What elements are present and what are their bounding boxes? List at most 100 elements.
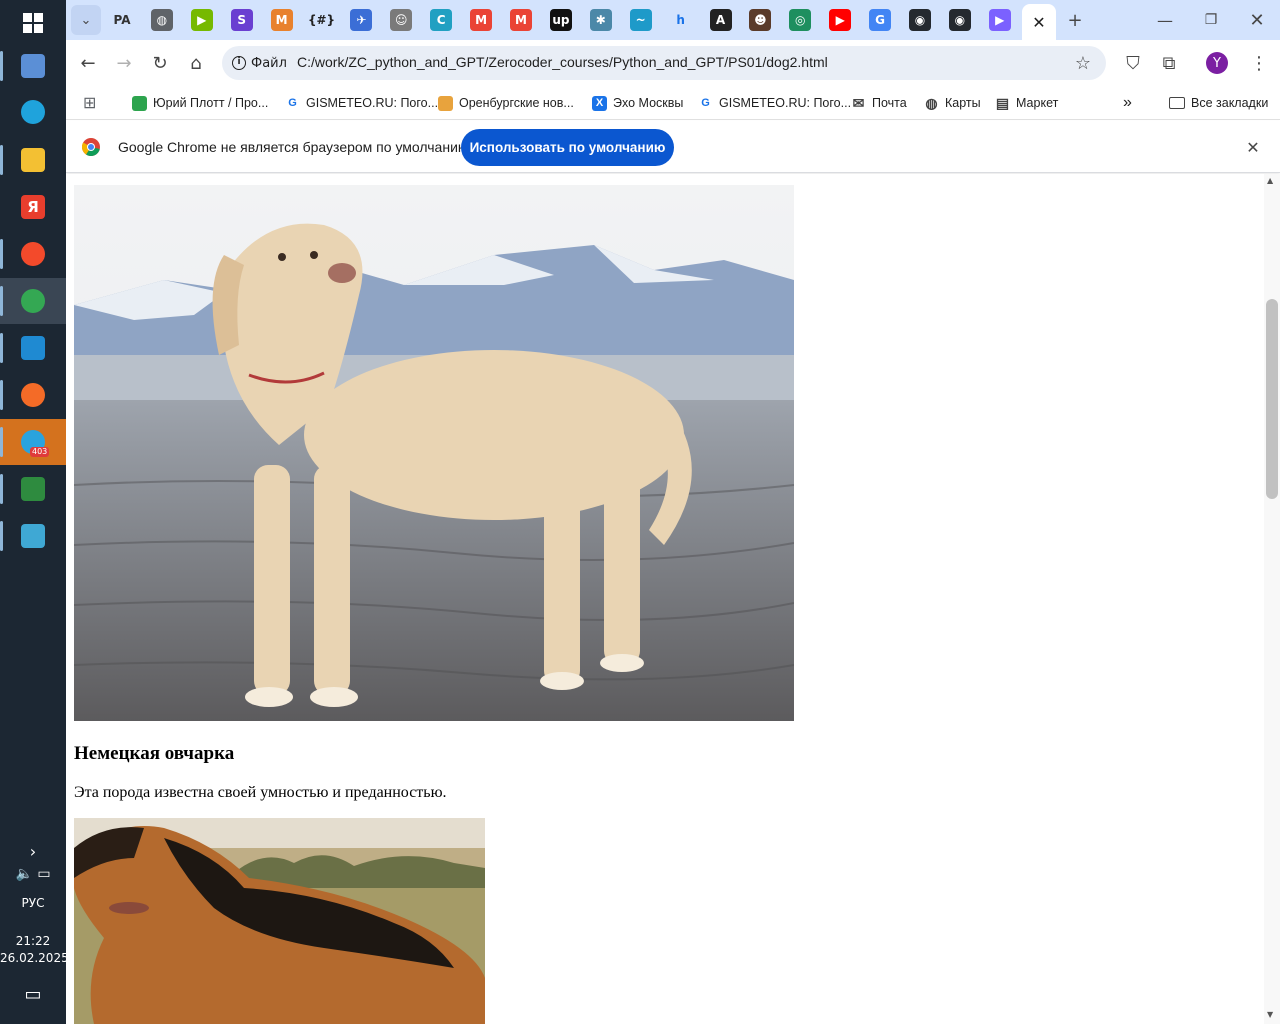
close-infobar-icon[interactable]: ✕ (1238, 132, 1268, 162)
more-bookmarks-chevron-icon[interactable]: » (1123, 92, 1132, 114)
bookmark-label: Карты (945, 96, 981, 110)
close-window-icon[interactable]: ✕ (1242, 5, 1272, 35)
tab-github2-favicon[interactable]: ◉ (948, 9, 971, 31)
taskbar-app-bird[interactable] (0, 513, 66, 559)
back-arrow-icon[interactable]: ← (73, 48, 103, 78)
bookmark-item[interactable]: Юрий Плотт / Про... (132, 92, 268, 114)
taskbar-firefox[interactable] (0, 372, 66, 418)
default-browser-infobar: Google Chrome не является браузером по у… (66, 121, 1280, 173)
tab-gmail-favicon[interactable]: M (470, 9, 493, 31)
restore-window-icon[interactable]: ❐ (1196, 5, 1226, 35)
close-tab-icon[interactable]: ✕ (1032, 13, 1045, 32)
file-explorer-icon (21, 148, 45, 172)
home-icon[interactable]: ⌂ (181, 48, 211, 78)
firefox-icon (21, 383, 45, 407)
tab-google-favicon[interactable]: G (869, 9, 892, 31)
notifications-icon[interactable]: ▭ (0, 984, 66, 1005)
running-indicator (0, 239, 3, 269)
bookmark-item[interactable]: G GISMETEO.RU: Пого... (698, 92, 851, 114)
running-indicator (0, 521, 3, 551)
address-bar[interactable]: i Файл C:/work/ZC_python_and_GPT/Zerocod… (222, 46, 1106, 80)
breed-title: Немецкая овчарка (74, 743, 235, 764)
taskbar-telegram[interactable]: 403 (0, 419, 66, 465)
running-indicator (0, 380, 3, 410)
edge-icon (21, 100, 45, 124)
scroll-down-arrow-icon[interactable]: ▼ (1267, 1010, 1273, 1019)
clock-date[interactable]: 26.02.2025 (0, 951, 69, 965)
forward-arrow-icon[interactable]: → (109, 48, 139, 78)
bookmark-item[interactable]: ▤ Маркет (995, 92, 1058, 114)
bookmark-favicon-icon: Х (592, 95, 607, 111)
new-tab-button[interactable]: + (1060, 5, 1090, 35)
folder-icon (1169, 97, 1185, 109)
bookmark-item[interactable]: G GISMETEO.RU: Пого... (285, 92, 438, 114)
tab-bird-favicon[interactable]: ✈ (350, 9, 373, 31)
taskbar-vscode[interactable] (0, 325, 66, 371)
reload-icon[interactable]: ↻ (145, 48, 175, 78)
language-indicator[interactable]: РУС (0, 896, 66, 910)
tab-nvidia-favicon[interactable]: ▶ (190, 9, 213, 31)
tab-regex-favicon[interactable]: {#} (308, 9, 335, 31)
scroll-up-arrow-icon[interactable]: ▲ (1267, 176, 1273, 185)
bookmark-label: Юрий Плотт / Про... (153, 96, 269, 110)
show-hidden-icons-chevron[interactable]: › (0, 842, 66, 861)
clock-time[interactable]: 21:22 (0, 934, 66, 948)
set-default-button[interactable]: Использовать по умолчанию (461, 129, 674, 166)
german-shepherd-photo (74, 818, 485, 1024)
bookmark-item[interactable]: ◍ Карты (924, 92, 981, 114)
bookmark-item[interactable]: Оренбургские нов... (438, 92, 574, 114)
tab-star-favicon[interactable]: ✱ (589, 9, 612, 31)
all-bookmarks-folder[interactable]: Все закладки (1169, 92, 1268, 114)
running-indicator (0, 145, 3, 175)
tab-wave-favicon[interactable]: ~ (629, 9, 652, 31)
tab-a-favicon[interactable]: A (709, 9, 732, 31)
chrome-menu-icon[interactable]: ⋮ (1244, 48, 1274, 78)
bookmark-star-icon[interactable]: ☆ (1068, 48, 1098, 78)
bookmark-item[interactable]: Х Эхо Москвы (592, 92, 683, 114)
tab-globe-favicon[interactable]: ◍ (150, 9, 173, 31)
tab-gmail2-favicon[interactable]: M (510, 9, 532, 31)
tab-s-favicon[interactable]: S (230, 9, 253, 31)
shield-extension-icon[interactable]: ⛉ (1118, 48, 1148, 78)
bookmark-favicon-icon (132, 95, 147, 111)
extensions-puzzle-icon[interactable]: ⧉ (1154, 48, 1184, 78)
taskbar-spreadsheet[interactable] (0, 466, 66, 512)
volume-network-icons[interactable]: 🔈 ▭ (0, 866, 66, 882)
taskbar-chrome[interactable] (0, 278, 66, 324)
apps-grid-icon[interactable]: ⊞ (83, 92, 96, 114)
all-bookmarks-label: Все закладки (1191, 96, 1269, 110)
page-content: Немецкая овчарка Эта порода известна сво… (66, 174, 1264, 1024)
unread-badge: 403 (30, 447, 50, 457)
url-text[interactable]: C:/work/ZC_python_and_GPT/Zerocoder_cour… (297, 54, 828, 70)
scrollbar-thumb[interactable] (1266, 299, 1278, 499)
bookmark-label: Оренбургские нов... (459, 96, 574, 110)
running-indicator (0, 427, 3, 457)
tab-c-favicon[interactable]: C (430, 9, 453, 31)
tab-m-favicon[interactable]: M (270, 9, 293, 31)
bookmark-label: GISMETEO.RU: Пого... (306, 96, 439, 110)
minimize-window-icon[interactable]: — (1150, 5, 1180, 35)
bookmark-item[interactable]: ✉ Почта (851, 92, 907, 114)
tab-h-favicon[interactable]: h (669, 9, 692, 31)
profile-avatar[interactable]: Y (1206, 52, 1228, 74)
bookmark-favicon-icon: ◍ (925, 94, 938, 111)
active-tab[interactable]: ✕ (1022, 4, 1056, 40)
tab-github-favicon[interactable]: ◉ (909, 9, 931, 31)
tab-circle-favicon[interactable]: ◎ (789, 9, 812, 31)
page-scrollbar[interactable]: ▲ ▼ (1264, 174, 1280, 1024)
tab-portrait-favicon[interactable]: ☻ (749, 9, 772, 31)
tab-up-favicon[interactable]: up (549, 9, 572, 31)
site-info-chip[interactable]: i Файл (232, 53, 287, 73)
taskbar-yandex-browser[interactable] (0, 231, 66, 277)
tab-person-favicon[interactable]: ☺ (390, 9, 413, 31)
tab-pa-favicon[interactable]: PA (111, 9, 133, 31)
start-button[interactable] (0, 0, 66, 46)
chrome-icon (21, 289, 45, 313)
tab-search-chevron-icon[interactable]: ⌄ (71, 5, 101, 35)
taskbar-file-explorer[interactable] (0, 137, 66, 183)
tab-play-favicon[interactable]: ▶ (988, 9, 1011, 31)
tab-youtube-favicon[interactable]: ▶ (829, 9, 852, 31)
taskbar-edge[interactable] (0, 89, 66, 135)
taskbar-yandex[interactable]: Я (0, 184, 66, 230)
taskbar-media-player[interactable] (0, 43, 66, 89)
